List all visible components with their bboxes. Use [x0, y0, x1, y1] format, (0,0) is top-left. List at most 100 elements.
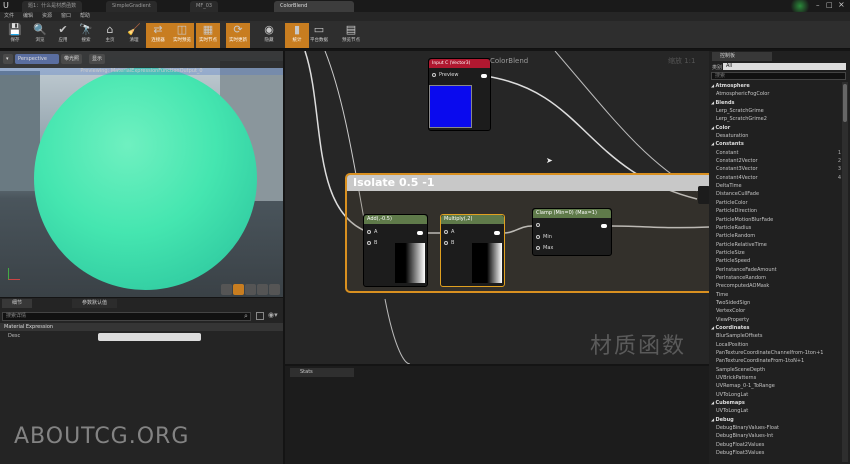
perspective-button[interactable]: Perspective — [15, 54, 59, 64]
close-button[interactable]: × — [838, 0, 845, 9]
palette-item[interactable]: PrecomputedAOMask — [709, 282, 842, 290]
material-expression-section[interactable]: Material Expression — [0, 323, 283, 331]
palette-item[interactable]: Lerp_ScratchGrime2 — [709, 115, 842, 123]
a-pin[interactable]: A — [444, 229, 454, 235]
viewport-menu-button[interactable]: ▾ — [3, 54, 13, 64]
menu-file[interactable]: 文件 — [4, 12, 14, 21]
palette-item[interactable]: Constant2Vector 2 — [709, 157, 842, 165]
palette-category[interactable]: ◢ Coordinates — [709, 324, 842, 332]
input-pin[interactable] — [536, 223, 540, 227]
palette-item[interactable]: Lerp_ScratchGrime — [709, 107, 842, 115]
palette-item[interactable]: ParticleMotionBlurFade — [709, 216, 842, 224]
palette-item[interactable]: Constant4Vector 4 — [709, 174, 842, 182]
palette-item[interactable]: PerInstanceRandom — [709, 274, 842, 282]
palette-item[interactable]: Desaturation — [709, 132, 842, 140]
palette-item[interactable]: UVRemap_0-1_ToRange — [709, 382, 842, 390]
tab-1[interactable]: SimpleGradient — [106, 1, 157, 12]
palette-item[interactable]: ViewProperty — [709, 316, 842, 324]
input-vector3-node[interactable]: Input C (Vector3) Preview — [428, 58, 491, 131]
tab-0[interactable]: 题1：什么是材质函数 — [22, 1, 83, 12]
palette-category[interactable]: ◢ Atmosphere — [709, 82, 842, 90]
palette-item[interactable]: DeltaTime — [709, 182, 842, 190]
toolbar-button-search[interactable]: 🔭 搜索 — [74, 23, 98, 48]
plane-icon[interactable] — [245, 284, 256, 295]
menu-window[interactable]: 窗口 — [61, 12, 71, 21]
toolbar-button-apply[interactable]: ✔ 应用 — [51, 23, 75, 48]
menu-help[interactable]: 帮助 — [80, 12, 90, 21]
details-search-input[interactable]: 搜索详情 — [2, 312, 251, 321]
palette-search-input[interactable]: 搜索 — [711, 72, 846, 80]
details-tab[interactable]: 细节 — [2, 299, 33, 308]
palette-category[interactable]: ◢ Color — [709, 124, 842, 132]
palette-item[interactable]: PerInstanceFadeAmount — [709, 266, 842, 274]
palette-item[interactable]: ParticleRadius — [709, 224, 842, 232]
palette-item[interactable]: PanTextureCoordinateChannelfrom-1ton+1 — [709, 349, 842, 357]
output-pin[interactable] — [417, 231, 423, 235]
preview-pin[interactable]: Preview — [432, 72, 458, 78]
clamp-node[interactable]: Clamp (Min=0) (Max=1) Min Max — [532, 208, 612, 256]
toolbar-button-connectors[interactable]: ⇄ 连接器 — [146, 23, 170, 48]
b-pin[interactable]: B — [444, 240, 454, 246]
palette-category[interactable]: ◢ Cubemaps — [709, 399, 842, 407]
palette-item[interactable]: UVBrickPatterns — [709, 374, 842, 382]
palette-item[interactable]: Constant3Vector 3 — [709, 165, 842, 173]
toolbar-button-preview-node[interactable]: ▤ 预览节点 — [337, 23, 365, 48]
minimize-button[interactable]: – — [816, 1, 820, 9]
palette-item[interactable]: AtmosphericFogColor — [709, 90, 842, 98]
toolbar-button-live-nodes[interactable]: ▦ 实时节点 — [196, 23, 220, 48]
toolbar-button-live-preview[interactable]: ◫ 实时预览 — [170, 23, 194, 48]
user-avatar[interactable] — [788, 0, 812, 12]
toolbar-button-live-update[interactable]: ⟳ 实时更新 — [226, 23, 250, 48]
grid-view-icon[interactable] — [256, 312, 264, 320]
palette-item[interactable]: ParticleSpeed — [709, 257, 842, 265]
menu-edit[interactable]: 编辑 — [23, 12, 33, 21]
palette-item[interactable]: DebugBinaryValues-Int — [709, 432, 842, 440]
menu-asset[interactable]: 资源 — [42, 12, 52, 21]
palette-item[interactable]: DebugFloat2Values — [709, 441, 842, 449]
cylinder-icon[interactable] — [221, 284, 232, 295]
teapot-icon[interactable] — [269, 284, 280, 295]
tab-3[interactable]: ColorBlend — [274, 1, 354, 12]
toolbar-button-browse[interactable]: 🔍 浏览 — [28, 23, 52, 48]
palette-item[interactable]: TwoSidedSign — [709, 299, 842, 307]
palette-item[interactable]: Constant 1 — [709, 149, 842, 157]
palette-scroll-thumb[interactable] — [843, 84, 847, 122]
palette-item[interactable]: LocalPosition — [709, 341, 842, 349]
palette-item[interactable]: SampleSceneDepth — [709, 366, 842, 374]
palette-item[interactable]: ParticleColor — [709, 199, 842, 207]
cube-icon[interactable] — [257, 284, 268, 295]
toolbar-button-clean[interactable]: 🧹 清理 — [122, 23, 146, 48]
min-pin[interactable]: Min — [536, 234, 552, 240]
add-node[interactable]: Add(,-0.5) A B — [363, 214, 428, 287]
multiply-node[interactable]: Multiply(,2) A B — [440, 214, 505, 287]
stats-tab[interactable]: Stats — [290, 368, 354, 377]
comment-title[interactable]: Isolate 0.5 -1 — [353, 176, 434, 189]
parameter-defaults-tab[interactable]: 参数默认值 — [72, 299, 118, 308]
palette-item[interactable]: VertexColor — [709, 307, 842, 315]
palette-category[interactable]: ◢ Blends — [709, 99, 842, 107]
category-select[interactable]: All — [723, 63, 846, 70]
palette-item[interactable]: UVToLongLat — [709, 407, 842, 415]
palette-item[interactable]: ParticleRandom — [709, 232, 842, 240]
output-pin[interactable] — [494, 231, 500, 235]
b-pin[interactable]: B — [367, 240, 377, 246]
sphere-icon[interactable] — [233, 284, 244, 295]
maximize-button[interactable]: □ — [826, 1, 833, 9]
tab-2[interactable]: MF_03 — [190, 1, 219, 12]
palette-item[interactable]: ParticleSize — [709, 249, 842, 257]
toolbar-button-hide[interactable]: ◉ 隐藏 — [257, 23, 281, 48]
palette-item[interactable]: Time — [709, 291, 842, 299]
palette-category[interactable]: ◢ Constants — [709, 140, 842, 148]
palette-item[interactable]: PanTextureCoordinateFrom-1toN+1 — [709, 357, 842, 365]
palette-item[interactable]: DebugBinaryValues-Float — [709, 424, 842, 432]
eye-icon[interactable]: ◉▾ — [268, 311, 278, 319]
show-button[interactable]: 显示 — [89, 54, 106, 64]
palette-item[interactable]: ParticleRelativeTime — [709, 241, 842, 249]
palette-scrollbar[interactable] — [842, 82, 848, 462]
a-pin[interactable]: A — [367, 229, 377, 235]
toolbar-button-home[interactable]: ⌂ 主页 — [98, 23, 122, 48]
output-pin[interactable] — [601, 224, 607, 228]
toolbar-button-save[interactable]: 💾 保存 — [3, 23, 27, 48]
desc-input[interactable] — [98, 333, 201, 341]
toolbar-button-stats[interactable]: ▮ 统计 — [285, 23, 309, 48]
